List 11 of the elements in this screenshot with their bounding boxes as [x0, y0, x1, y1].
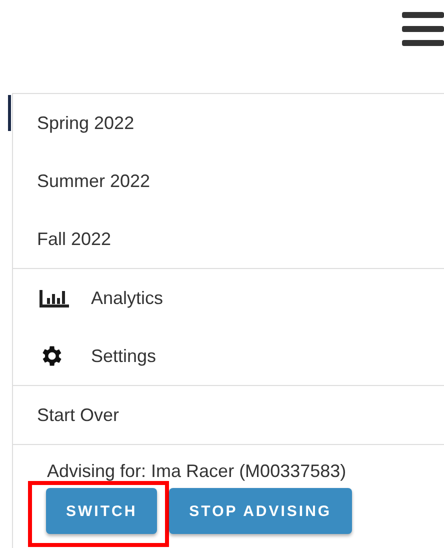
term-menu-item[interactable]: Spring 2022: [13, 94, 444, 152]
switch-button[interactable]: SWITCH: [46, 488, 158, 534]
term-menu-item[interactable]: Fall 2022: [13, 210, 444, 268]
advising-label: Advising for: Ima Racer (M00337583): [46, 460, 348, 482]
start-over-link[interactable]: Start Over: [13, 386, 444, 444]
menu-item[interactable]: Settings: [13, 327, 444, 385]
term-menu-item[interactable]: Summer 2022: [13, 152, 444, 210]
stop-advising-button[interactable]: STOP ADVISING: [169, 488, 352, 534]
menu-item[interactable]: Analytics: [13, 269, 444, 327]
bar-chart-icon: [39, 288, 71, 308]
menu-icon[interactable]: [402, 12, 444, 46]
